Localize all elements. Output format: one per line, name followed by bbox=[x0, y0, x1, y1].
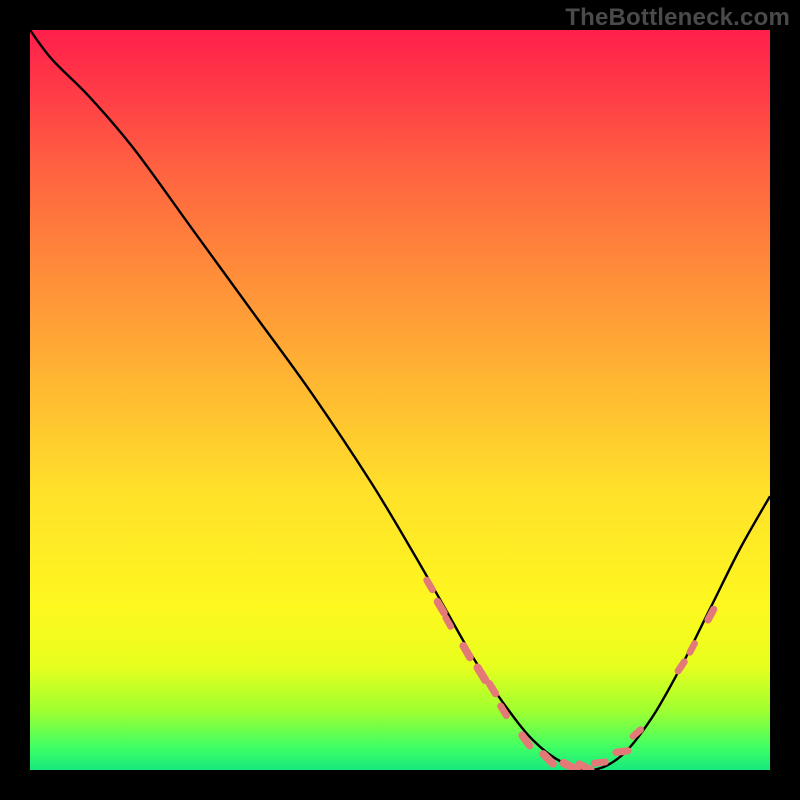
curve-marker bbox=[422, 575, 437, 594]
curve-marker bbox=[484, 679, 500, 699]
watermark-text: TheBottleneck.com bbox=[565, 4, 790, 32]
bottleneck-curve-svg bbox=[30, 30, 770, 770]
chart-plot-area bbox=[30, 30, 770, 770]
curve-marker bbox=[685, 639, 699, 657]
curve-marker bbox=[612, 747, 632, 757]
curve-marker bbox=[703, 604, 718, 624]
curve-marker bbox=[673, 657, 689, 676]
curve-marker bbox=[458, 641, 475, 663]
marker-group bbox=[422, 575, 719, 770]
bottleneck-curve-path bbox=[30, 30, 770, 770]
chart-frame: TheBottleneck.com bbox=[0, 0, 800, 800]
